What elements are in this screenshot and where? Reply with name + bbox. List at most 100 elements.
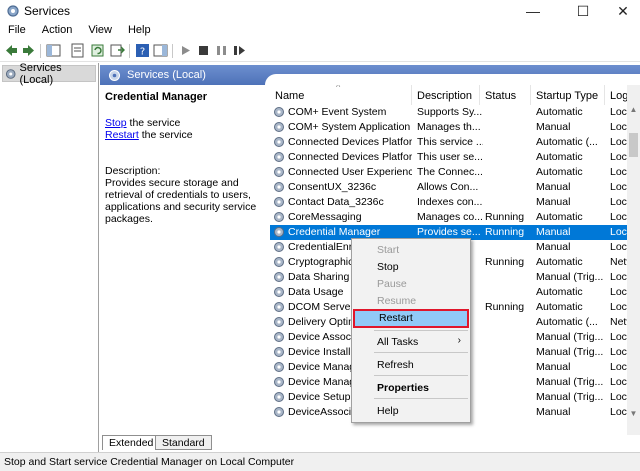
- column-name-label: Name: [275, 90, 305, 102]
- services-gear-icon: [109, 69, 120, 81]
- services-gear-icon: [5, 68, 16, 79]
- title-bar: Services — ☐ ✕: [0, 0, 640, 22]
- column-header-startup-type[interactable]: Startup Type: [531, 85, 605, 105]
- cell-startup: Automatic: [536, 211, 583, 223]
- cell-startup: Manual: [536, 361, 571, 373]
- stop-line: Stop the service: [105, 117, 265, 129]
- cell-log: Loca: [610, 121, 627, 133]
- cell-name: Credential Manager: [288, 226, 381, 238]
- cell-status: Running: [485, 226, 525, 238]
- stop-link[interactable]: Stop: [105, 117, 127, 129]
- stop-service-icon[interactable]: [196, 43, 211, 58]
- service-gear-icon: [274, 257, 284, 267]
- cell-startup: Automatic (...: [536, 316, 598, 328]
- console-tree: Services (Local): [0, 62, 99, 452]
- refresh-icon[interactable]: [90, 43, 105, 58]
- service-gear-icon: [274, 377, 284, 387]
- cell-log: Loca: [610, 391, 627, 403]
- minimize-button[interactable]: —: [510, 0, 556, 22]
- context-help[interactable]: Help: [353, 402, 469, 419]
- service-gear-icon: [274, 212, 284, 222]
- cell-name: Connected Devices Platfor...: [288, 151, 412, 163]
- cell-log: Loca: [610, 226, 627, 238]
- cell-startup: Automatic: [536, 286, 583, 298]
- service-gear-icon: [274, 287, 284, 297]
- cell-log: Loca: [610, 301, 627, 313]
- service-row[interactable]: Connected Devices Platfor... This service…: [270, 135, 627, 150]
- service-row[interactable]: Connected User Experience... The Connec..…: [270, 165, 627, 180]
- cell-status: Running: [485, 256, 525, 268]
- service-gear-icon: [274, 392, 284, 402]
- context-stop[interactable]: Stop: [353, 258, 469, 275]
- cell-status: Running: [485, 301, 525, 313]
- column-header-status[interactable]: Status: [480, 85, 531, 105]
- back-arrow-icon[interactable]: [4, 43, 19, 58]
- scroll-down-icon[interactable]: ▼: [627, 407, 640, 420]
- service-gear-icon: [274, 167, 284, 177]
- service-gear-icon: [274, 407, 284, 417]
- cell-startup: Manual: [536, 181, 571, 193]
- action-pane-icon[interactable]: [153, 43, 168, 58]
- tree-item-services-local[interactable]: Services (Local): [2, 62, 96, 86]
- cell-startup: Automatic: [536, 151, 583, 163]
- help-icon[interactable]: ?: [135, 43, 150, 58]
- context-all-tasks[interactable]: All Tasks ›: [353, 333, 469, 350]
- cell-startup: Automatic: [536, 256, 583, 268]
- service-gear-icon: [274, 137, 284, 147]
- service-gear-icon: [274, 182, 284, 192]
- restart-service-icon[interactable]: [232, 43, 247, 58]
- sort-ascending-icon: ^: [336, 85, 341, 92]
- cell-startup: Manual (Trig...: [536, 391, 604, 403]
- cell-name: Connected User Experience...: [288, 166, 412, 178]
- view-tabs: Extended Standard: [100, 435, 640, 452]
- stop-suffix: the service: [126, 117, 181, 129]
- menu-action[interactable]: Action: [34, 22, 81, 40]
- cell-status: Running: [485, 211, 525, 223]
- cell-startup: Manual (Trig...: [536, 331, 604, 343]
- service-gear-icon: [274, 197, 284, 207]
- cell-desc: This service ...: [417, 136, 483, 148]
- service-gear-icon: [274, 227, 284, 237]
- restart-link[interactable]: Restart: [105, 129, 139, 141]
- description-label: Description:: [105, 165, 161, 177]
- context-properties[interactable]: Properties: [353, 379, 469, 396]
- service-gear-icon: [274, 122, 284, 132]
- cell-log: Loca: [610, 406, 627, 418]
- pause-service-icon[interactable]: [214, 43, 229, 58]
- vertical-scrollbar[interactable]: ▲ ▼: [627, 85, 640, 435]
- tree-item-label: Services (Local): [19, 61, 62, 86]
- cell-log: Loca: [610, 241, 627, 253]
- close-button[interactable]: ✕: [600, 0, 640, 22]
- service-row[interactable]: ConsentUX_3236c Allows Con... Manual Loca: [270, 180, 627, 195]
- service-gear-icon: [274, 347, 284, 357]
- service-row[interactable]: COM+ Event System Supports Sy... Automatic…: [270, 105, 627, 120]
- tab-standard[interactable]: Standard: [155, 435, 212, 450]
- show-hide-tree-icon[interactable]: [46, 43, 61, 58]
- menu-help[interactable]: Help: [120, 22, 159, 40]
- menu-file[interactable]: File: [0, 22, 34, 40]
- cell-startup: Manual (Trig...: [536, 346, 604, 358]
- column-startup-label: Startup Type: [536, 90, 599, 102]
- service-row[interactable]: COM+ System Application Manages th... Manu…: [270, 120, 627, 135]
- scroll-thumb[interactable]: [629, 133, 638, 157]
- export-list-icon[interactable]: [110, 43, 125, 58]
- service-row[interactable]: Contact Data_3236c Indexes con... Manual Lo…: [270, 195, 627, 210]
- service-row[interactable]: CoreMessaging Manages co... Running Automat…: [270, 210, 627, 225]
- toolbar: ?: [0, 40, 640, 62]
- service-row[interactable]: Connected Devices Platfor... This user se…: [270, 150, 627, 165]
- cell-desc: Manages co...: [417, 211, 483, 223]
- scroll-up-icon[interactable]: ▲: [627, 103, 640, 116]
- context-restart[interactable]: Restart: [353, 309, 469, 328]
- column-header-name[interactable]: ^ Name: [270, 85, 412, 105]
- header-tab-curve: [265, 74, 640, 85]
- column-header-description[interactable]: Description: [412, 85, 480, 105]
- tab-extended[interactable]: Extended: [102, 435, 161, 450]
- context-refresh[interactable]: Refresh: [353, 356, 469, 373]
- cell-log: Netv: [610, 316, 627, 328]
- service-gear-icon: [274, 362, 284, 372]
- properties-sheet-icon[interactable]: [70, 43, 85, 58]
- start-service-icon[interactable]: [178, 43, 193, 58]
- column-header-log-on-as[interactable]: Log: [605, 85, 627, 105]
- forward-arrow-icon[interactable]: [21, 43, 36, 58]
- menu-view[interactable]: View: [80, 22, 120, 40]
